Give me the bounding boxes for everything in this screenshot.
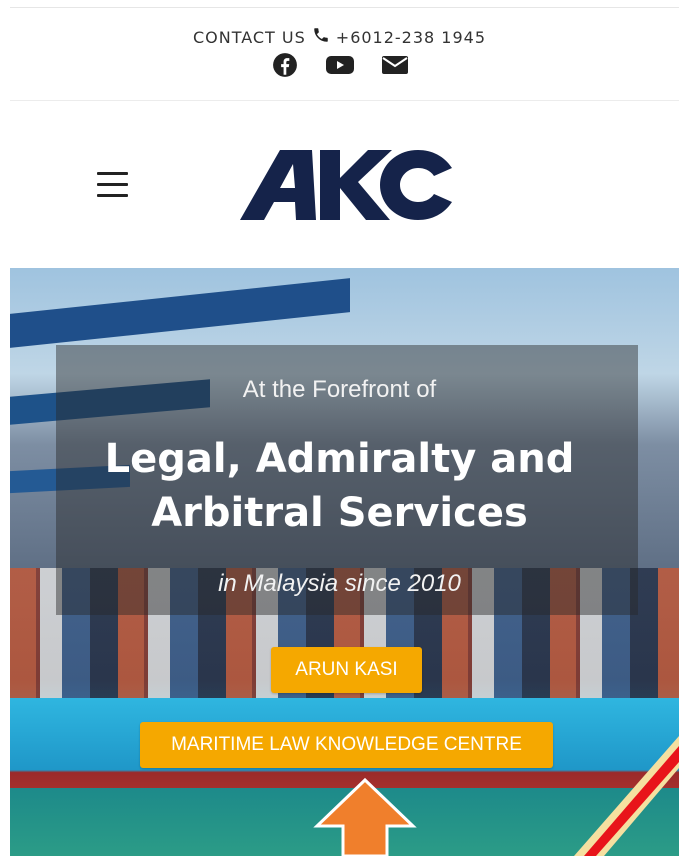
hero-tagline: At the Forefront of bbox=[242, 376, 437, 403]
hero-headline: Legal, Admiralty and Arbitral Services bbox=[0, 432, 679, 540]
arun-kasi-button[interactable]: ARUN KASI bbox=[271, 647, 422, 693]
akc-logo[interactable] bbox=[240, 150, 455, 220]
youtube-icon[interactable] bbox=[325, 52, 354, 78]
contact-label: CONTACT US bbox=[192, 27, 306, 47]
menu-icon[interactable] bbox=[97, 172, 128, 198]
up-arrow-icon bbox=[313, 776, 417, 858]
headline-line-2: Arbitral Services bbox=[151, 490, 528, 536]
top-divider bbox=[10, 7, 679, 8]
email-icon[interactable] bbox=[381, 52, 409, 78]
phone-number[interactable]: +6012-238 1945 bbox=[336, 28, 486, 47]
hero-since: in Malaysia since 2010 bbox=[218, 570, 461, 597]
headline-line-1: Legal, Admiralty and bbox=[104, 436, 575, 482]
crane-boom bbox=[10, 278, 350, 348]
header-divider bbox=[10, 100, 679, 101]
social-links bbox=[0, 52, 679, 78]
facebook-icon[interactable] bbox=[271, 52, 299, 78]
phone-icon bbox=[312, 26, 330, 48]
corner-ribbon bbox=[560, 700, 679, 856]
contact-bar: CONTACT US +6012-238 1945 bbox=[0, 26, 679, 48]
maritime-law-knowledge-centre-button[interactable]: MARITIME LAW KNOWLEDGE CENTRE bbox=[140, 722, 553, 768]
